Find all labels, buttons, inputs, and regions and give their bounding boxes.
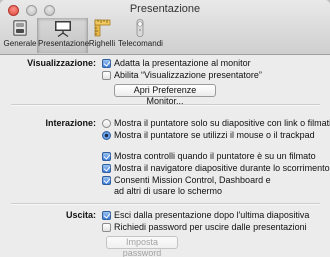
visualizzazione-label: Visualizzazione: [27, 58, 96, 68]
tab-righelli[interactable]: Righelli [88, 18, 116, 53]
pointer-mouse-radio[interactable] [102, 131, 111, 140]
tab-righelli-label: Righelli [88, 39, 116, 48]
set-password-button[interactable]: Imposta password [106, 236, 178, 257]
mission-control-label-line1: Consenti Mission Control, Dashboard e [114, 175, 271, 185]
adapt-monitor-label: Adatta la presentazione al monitor [114, 58, 251, 68]
exit-after-last-checkbox[interactable] [102, 211, 111, 220]
slide-navigator-checkbox[interactable] [102, 164, 111, 173]
preferences-window: Presentazione Generale Presentazione Rig… [0, 0, 330, 257]
require-password-label: Richiedi password per uscire dalle prese… [114, 222, 307, 232]
uscita-label: Uscita: [65, 210, 96, 220]
tab-telecomandi[interactable]: Telecomandi [118, 18, 163, 53]
tab-presentazione-label: Presentazione [38, 39, 90, 48]
tab-generale[interactable]: Generale [3, 18, 37, 53]
mission-control-label-line2: ad altri di usare lo schermo [114, 186, 223, 196]
mission-control-checkbox[interactable] [102, 176, 111, 185]
presenter-view-label: Abilita “Visualizzazione presentatore” [114, 70, 262, 80]
ruler-icon [94, 19, 111, 37]
movie-controls-checkbox[interactable] [102, 152, 111, 161]
interazione-label: Interazione: [45, 118, 96, 128]
slide-navigator-label: Mostra il navigatore diapositive durante… [114, 163, 330, 173]
titlebar: Presentazione Generale Presentazione Rig… [0, 0, 330, 55]
switch-icon [13, 20, 27, 36]
open-monitor-prefs-button[interactable]: Apri Preferenze Monitor... [114, 84, 216, 106]
movie-controls-label: Mostra controlli quando il puntatore è s… [114, 151, 316, 161]
pointer-mouse-label: Mostra il puntatore se utilizzi il mouse… [114, 130, 315, 140]
presenter-view-checkbox[interactable] [102, 71, 111, 80]
separator [11, 104, 320, 106]
exit-after-last-label: Esci dalla presentazione dopo l'ultima d… [114, 210, 310, 220]
pointer-links-radio[interactable] [102, 119, 111, 128]
tab-generale-label: Generale [3, 39, 37, 48]
remote-icon [136, 19, 144, 37]
presentation-screen-icon [54, 21, 71, 37]
pointer-links-label: Mostra il puntatore solo su diapositive … [114, 118, 330, 128]
window-title: Presentazione [129, 3, 201, 15]
tab-presentazione[interactable]: Presentazione [37, 18, 90, 53]
adapt-monitor-checkbox[interactable] [102, 59, 111, 68]
separator [11, 203, 320, 205]
require-password-checkbox[interactable] [102, 223, 111, 232]
tab-telecomandi-label: Telecomandi [118, 39, 163, 48]
